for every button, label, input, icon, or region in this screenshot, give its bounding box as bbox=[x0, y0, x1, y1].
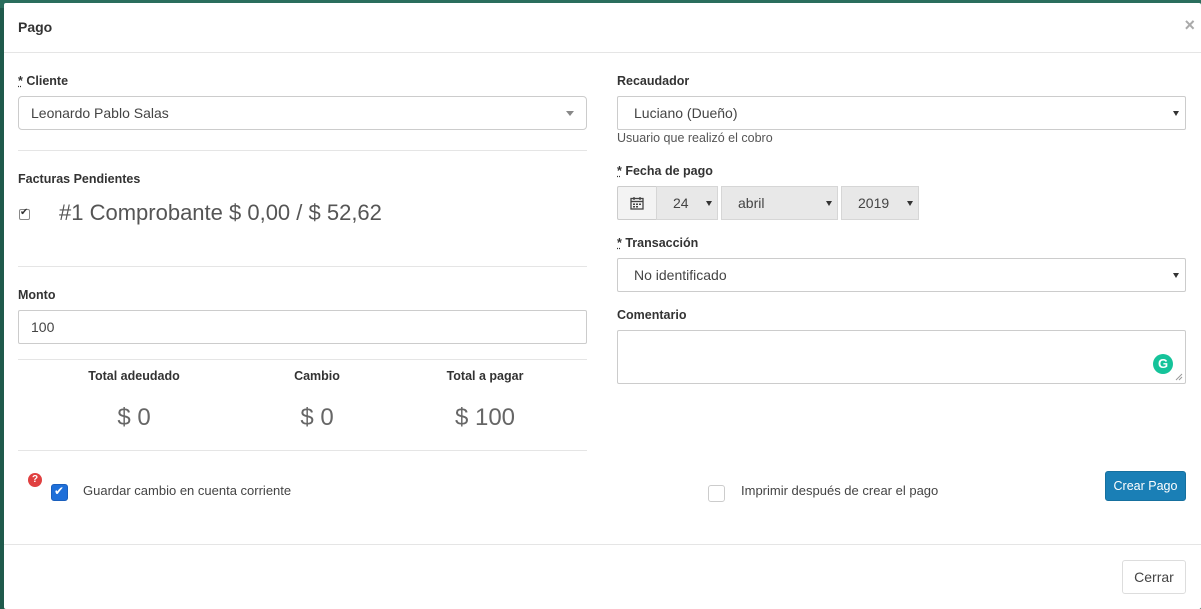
fecha-label: * Fecha de pago bbox=[617, 164, 713, 178]
cliente-label: * Cliente bbox=[18, 74, 69, 88]
crear-pago-button[interactable]: Crear Pago bbox=[1105, 471, 1186, 501]
imprimir-checkbox[interactable] bbox=[708, 485, 725, 502]
transaccion-label: * Transacción bbox=[617, 236, 699, 250]
calendar-button[interactable] bbox=[617, 186, 656, 220]
calendar-icon bbox=[630, 197, 644, 210]
cambio-label: Cambio bbox=[294, 369, 340, 383]
monto-label: Monto bbox=[18, 288, 56, 302]
recaudador-select[interactable]: Luciano (Dueño) bbox=[617, 96, 1186, 130]
divider bbox=[18, 266, 587, 267]
day-select[interactable]: 24 bbox=[656, 186, 718, 220]
factura-checkbox[interactable] bbox=[19, 207, 30, 220]
total-pagar-value: $ 100 bbox=[454, 404, 516, 431]
comentario-textarea[interactable]: G bbox=[617, 330, 1186, 384]
close-icon[interactable]: × bbox=[1184, 15, 1195, 36]
divider bbox=[18, 359, 587, 360]
total-pagar-label: Total a pagar bbox=[446, 369, 524, 383]
total-adeudado-label: Total adeudado bbox=[88, 369, 180, 383]
footer-divider bbox=[4, 544, 1201, 545]
resize-handle-icon[interactable] bbox=[1175, 373, 1183, 381]
modal-title: Pago bbox=[18, 19, 53, 35]
recaudador-label: Recaudador bbox=[617, 74, 690, 88]
guardar-cambio-checkbox[interactable] bbox=[51, 484, 68, 501]
chevron-down-icon bbox=[1173, 273, 1179, 278]
imprimir-label: Imprimir después de crear el pago bbox=[741, 483, 939, 498]
factura-item: #1 Comprobante $ 0,00 / $ 52,62 bbox=[59, 200, 382, 225]
guardar-cambio-label: Guardar cambio en cuenta corriente bbox=[83, 483, 292, 498]
cerrar-button[interactable]: Cerrar bbox=[1122, 560, 1186, 594]
transaccion-select[interactable]: No identificado bbox=[617, 258, 1186, 292]
facturas-label: Facturas Pendientes bbox=[18, 172, 141, 186]
month-select[interactable]: abril bbox=[721, 186, 838, 220]
comentario-label: Comentario bbox=[617, 308, 687, 322]
cliente-select[interactable]: Leonardo Pablo Salas bbox=[18, 96, 587, 130]
recaudador-hint: Usuario que realizó el cobro bbox=[617, 131, 773, 145]
chevron-down-icon bbox=[907, 201, 913, 206]
fecha-picker: 24 abril 2019 bbox=[617, 186, 919, 220]
grammarly-icon[interactable]: G bbox=[1153, 354, 1173, 374]
year-select[interactable]: 2019 bbox=[841, 186, 919, 220]
chevron-down-icon bbox=[566, 111, 574, 116]
cliente-value: Leonardo Pablo Salas bbox=[31, 105, 169, 121]
divider bbox=[18, 150, 587, 151]
total-adeudado-value: $ 0 bbox=[117, 404, 151, 431]
monto-input[interactable]: 100 bbox=[18, 310, 587, 344]
cambio-value: $ 0 bbox=[300, 404, 334, 431]
chevron-down-icon bbox=[706, 201, 712, 206]
modal-header: Pago × bbox=[4, 3, 1201, 53]
chevron-down-icon bbox=[826, 201, 832, 206]
help-icon[interactable]: ? bbox=[28, 473, 42, 487]
chevron-down-icon bbox=[1173, 111, 1179, 116]
divider bbox=[18, 450, 587, 451]
payment-modal: Pago × * Cliente Leonardo Pablo Salas Fa… bbox=[4, 3, 1201, 609]
